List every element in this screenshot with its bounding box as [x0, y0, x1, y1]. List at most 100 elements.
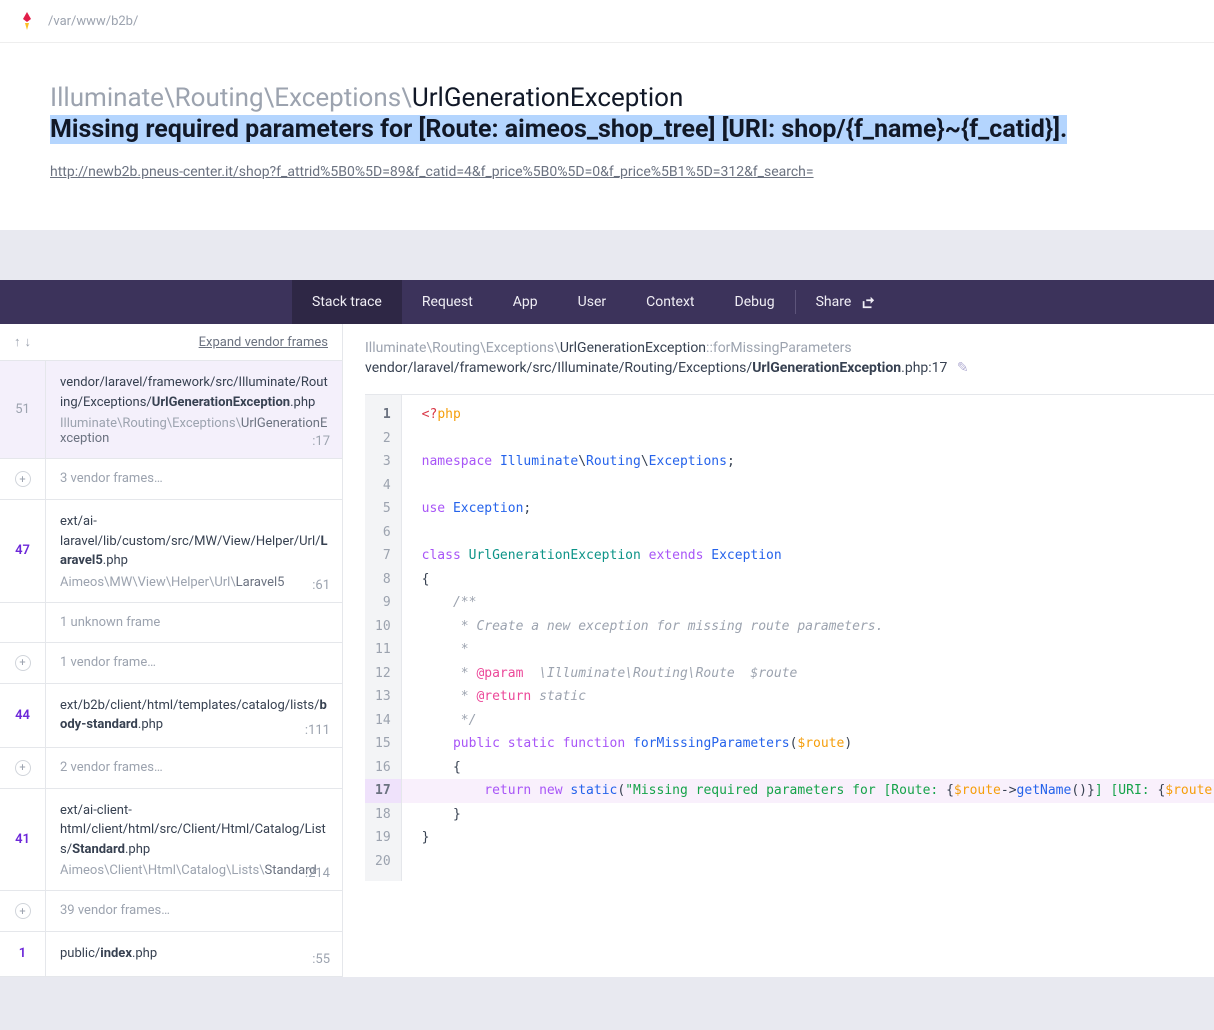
line-number: 9 [365, 591, 401, 615]
line-number: 5 [365, 497, 401, 521]
code-body: <?php namespace Illuminate\Routing\Excep… [402, 395, 1214, 881]
flare-logo [20, 12, 34, 30]
frames-sidebar: ↑ ↓ Expand vendor frames 51 vendor/larave… [0, 324, 343, 977]
frame-file-path: ext/ai-client-html/client/html/src/Clien… [60, 801, 328, 860]
code-line: return new static("Missing required para… [402, 779, 1214, 803]
code-line: * @param \Illuminate\Routing\Route $rout… [402, 662, 1214, 686]
expand-frame-icon[interactable]: + [15, 760, 31, 776]
frame-line-number: :17 [312, 434, 330, 449]
code-line: */ [402, 709, 1214, 733]
line-number: 2 [365, 427, 401, 451]
stack-frame[interactable]: +1 vendor frame… [0, 643, 342, 684]
code-line: } [402, 803, 1214, 827]
exception-message: Missing required parameters for [Route: … [50, 115, 1164, 144]
line-numbers: 1234567891011121314151617181920 [365, 395, 402, 881]
line-number: 19 [365, 826, 401, 850]
frame-nav-arrows[interactable]: ↑ ↓ [14, 334, 31, 350]
stack-frame[interactable]: 41 ext/ai-client-html/client/html/src/Cli… [0, 789, 342, 892]
code-line: * [402, 638, 1214, 662]
code-line [402, 427, 1214, 451]
stack-frame[interactable]: 51 vendor/laravel/framework/src/Illuminat… [0, 361, 342, 459]
frame-class-name: Aimeos\MW\View\Helper\Url\Laravel5 [60, 575, 328, 590]
collapsed-label: 3 vendor frames… [46, 459, 177, 499]
line-number: 7 [365, 544, 401, 568]
line-number: 18 [365, 803, 401, 827]
frame-class-name: Illuminate\Routing\Exceptions\UrlGenerat… [60, 416, 328, 446]
tab-request[interactable]: Request [402, 280, 493, 324]
collapsed-label: 39 vendor frames… [46, 891, 184, 931]
request-url[interactable]: http://newb2b.pneus-center.it/shop?f_att… [50, 164, 1164, 180]
line-number: 1 [365, 403, 401, 427]
line-number: 17 [365, 779, 401, 803]
arrow-down-icon[interactable]: ↓ [25, 334, 32, 350]
expand-vendor-frames[interactable]: Expand vendor frames [199, 335, 328, 350]
line-number: 10 [365, 615, 401, 639]
code-line: use Exception; [402, 497, 1214, 521]
stack-frame[interactable]: 1 unknown frame [0, 603, 342, 643]
stack-frame[interactable]: 44ext/b2b/client/html/templates/catalog/… [0, 684, 342, 748]
line-number: 13 [365, 685, 401, 709]
frame-line-number: :55 [312, 952, 330, 967]
stack-frame[interactable]: +3 vendor frames… [0, 459, 342, 500]
share-button[interactable]: Share [796, 294, 896, 310]
code-line: <?php [402, 403, 1214, 427]
topbar: /var/www/b2b/ [0, 0, 1214, 43]
frame-file-path: public/index.php [60, 944, 328, 964]
expand-frame-icon[interactable]: + [15, 655, 31, 671]
line-number: 12 [365, 662, 401, 686]
tab-stack-trace[interactable]: Stack trace [292, 280, 402, 324]
frame-number: 1 [19, 946, 26, 961]
line-number: 4 [365, 474, 401, 498]
stack-frame[interactable]: +2 vendor frames… [0, 748, 342, 789]
collapsed-label: 1 vendor frame… [46, 643, 170, 683]
main-content: ↑ ↓ Expand vendor frames 51vendor/larave… [0, 324, 1214, 977]
code-line: public static function forMissingParamet… [402, 732, 1214, 756]
line-number: 14 [365, 709, 401, 733]
code-line: class UrlGenerationException extends Exc… [402, 544, 1214, 568]
code-line: } [402, 826, 1214, 850]
tab-debug[interactable]: Debug [715, 280, 795, 324]
frame-class-name: Aimeos\Client\Html\Catalog\Lists\Standar… [60, 863, 328, 878]
code-line: * @return static [402, 685, 1214, 709]
line-number: 16 [365, 756, 401, 780]
expand-frame-icon[interactable]: + [15, 471, 31, 487]
tab-nav: Stack trace Request App User Context Deb… [0, 280, 1214, 324]
code-file-path: vendor/laravel/framework/src/Illuminate/… [365, 360, 1214, 376]
line-number: 20 [365, 850, 401, 874]
frame-number: 51 [15, 402, 30, 417]
frame-number: 41 [15, 832, 30, 847]
stack-frame[interactable]: 1 public/index.php:55 [0, 932, 342, 977]
code-line [402, 521, 1214, 545]
code-line [402, 474, 1214, 498]
tab-user[interactable]: User [558, 280, 626, 324]
stack-frame[interactable]: +39 vendor frames… [0, 891, 342, 932]
tab-app[interactable]: App [493, 280, 558, 324]
expand-frame-icon[interactable]: + [15, 903, 31, 919]
exception-title: Illuminate\Routing\Exceptions\UrlGenerat… [50, 83, 1164, 113]
line-number: 11 [365, 638, 401, 662]
code-line: { [402, 568, 1214, 592]
code-pane: Illuminate\Routing\Exceptions\UrlGenerat… [343, 324, 1214, 977]
frame-number: 47 [15, 543, 30, 558]
collapsed-label: 2 vendor frames… [46, 748, 177, 788]
arrow-up-icon[interactable]: ↑ [14, 334, 21, 350]
frame-line-number: :61 [312, 578, 330, 593]
code-line [402, 850, 1214, 874]
project-path: /var/www/b2b/ [48, 14, 138, 29]
exception-header: Illuminate\Routing\Exceptions\UrlGenerat… [0, 43, 1214, 230]
code-container: 1234567891011121314151617181920 <?php na… [365, 394, 1214, 881]
code-class-path: Illuminate\Routing\Exceptions\UrlGenerat… [365, 340, 1214, 356]
frame-file-path: vendor/laravel/framework/src/Illuminate/… [60, 373, 328, 412]
line-number: 8 [365, 568, 401, 592]
exception-class: UrlGenerationException [412, 83, 684, 113]
code-line: namespace Illuminate\Routing\Exceptions; [402, 450, 1214, 474]
tab-context[interactable]: Context [626, 280, 714, 324]
stack-frame[interactable]: 47 ext/ai-laravel/lib/custom/src/MW/View/… [0, 500, 342, 603]
frame-line-number: :111 [305, 723, 330, 738]
line-number: 15 [365, 732, 401, 756]
frame-file-path: ext/ai-laravel/lib/custom/src/MW/View/He… [60, 512, 328, 571]
collapsed-label: 1 unknown frame [46, 603, 174, 642]
code-line: /** [402, 591, 1214, 615]
edit-icon[interactable]: ✎ [957, 360, 969, 376]
frame-file-path: ext/b2b/client/html/templates/catalog/li… [60, 696, 328, 735]
